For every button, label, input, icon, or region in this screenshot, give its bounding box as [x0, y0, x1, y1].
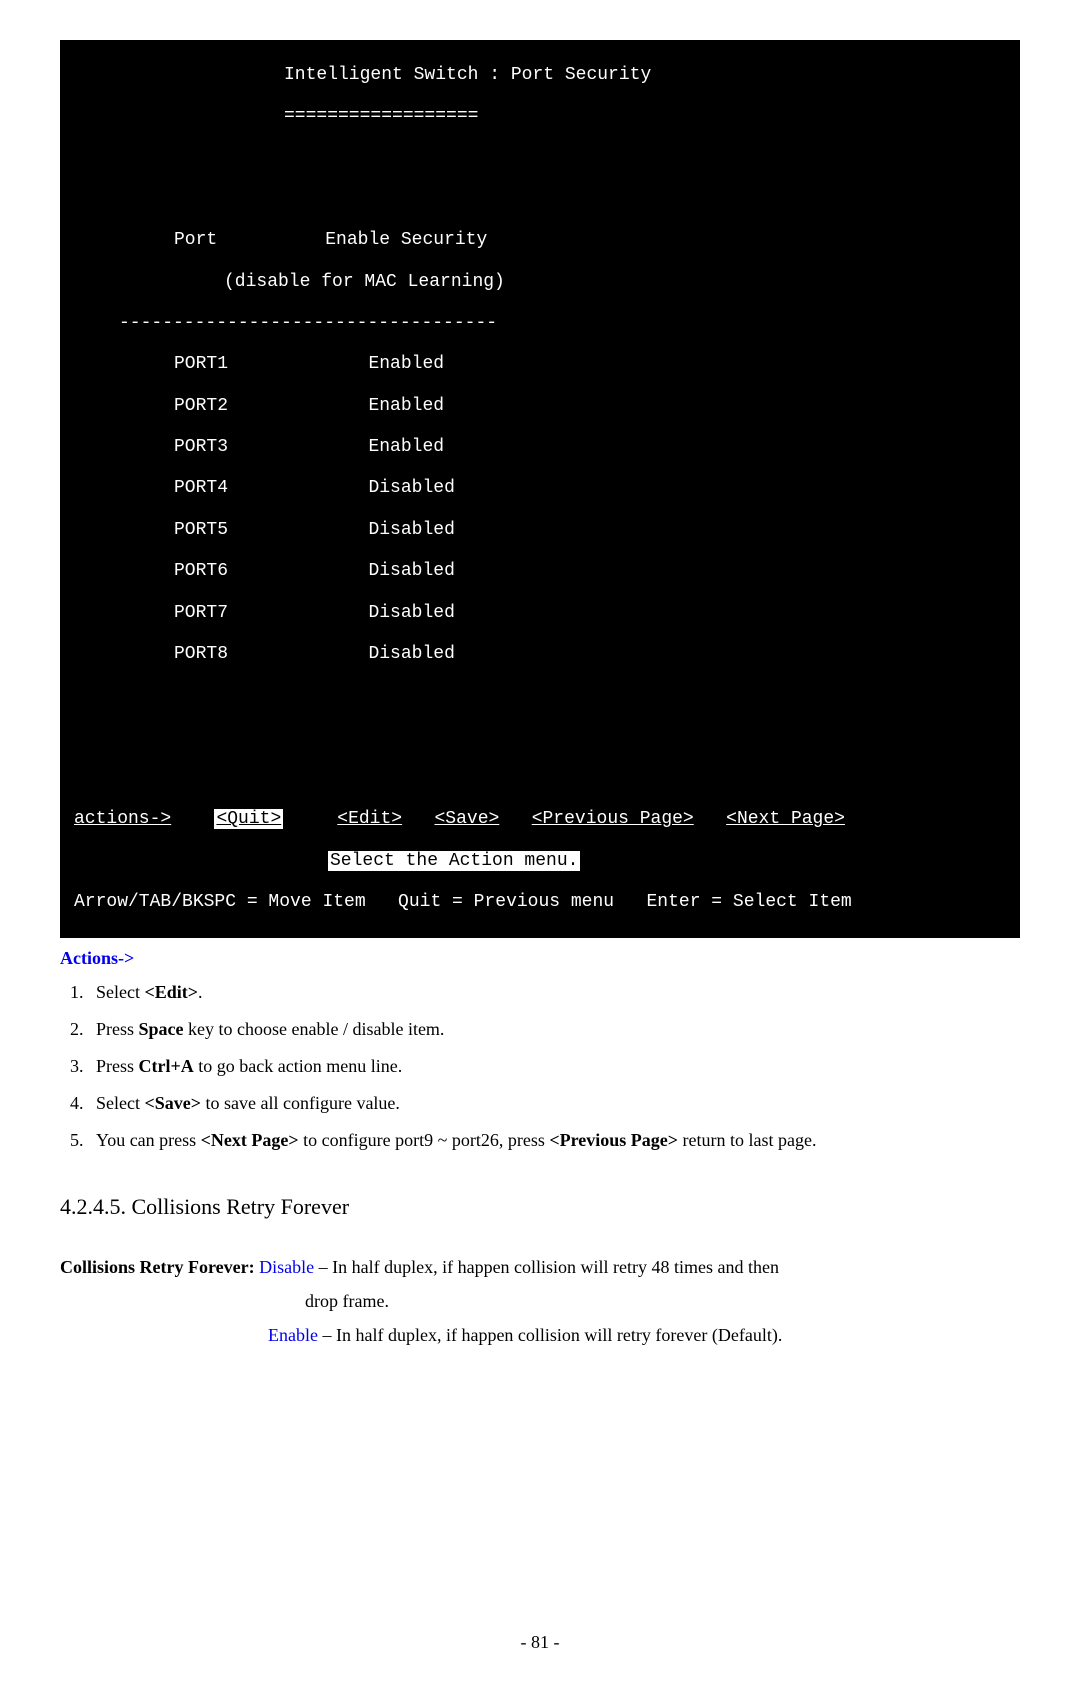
edit-action[interactable]: <Edit> — [337, 809, 402, 829]
table-row: PORT7 Disabled — [64, 603, 1016, 624]
keyboard-hint: Arrow/TAB/BKSPC = Move Item Quit = Previ… — [64, 892, 1016, 913]
prev-page-action[interactable]: <Previous Page> — [532, 809, 694, 829]
steps-list: Select <Edit>. Press Space key to choose… — [60, 979, 1020, 1154]
term-divider: ----------------------------------- — [64, 313, 1016, 334]
list-item: Press Space key to choose enable / disab… — [88, 1016, 1020, 1043]
list-item: Select <Save> to save all configure valu… — [88, 1090, 1020, 1117]
spacer — [64, 147, 1016, 168]
terminal-title-underline: ================== — [64, 106, 1016, 127]
term-header-sub: (disable for MAC Learning) — [64, 272, 1016, 293]
save-action[interactable]: <Save> — [434, 809, 499, 829]
page-number: - 81 - — [60, 1632, 1020, 1653]
section-heading: 4.2.4.5. Collisions Retry Forever — [60, 1194, 1020, 1220]
actions-heading: Actions-> — [60, 948, 1020, 969]
crf-enable-line: Enable – In half duplex, if happen colli… — [60, 1318, 1020, 1352]
terminal-screenshot: Intelligent Switch : Port Security =====… — [60, 40, 1020, 938]
list-item: Press Ctrl+A to go back action menu line… — [88, 1053, 1020, 1080]
next-page-action[interactable]: <Next Page> — [726, 809, 845, 829]
spacer — [64, 727, 1016, 748]
quit-action[interactable]: <Quit> — [214, 809, 283, 829]
spacer — [64, 189, 1016, 210]
actions-row: actions-> <Quit> <Edit> <Save> <Previous… — [64, 809, 1016, 830]
table-row: PORT4 Disabled — [64, 478, 1016, 499]
list-item: Select <Edit>. — [88, 979, 1020, 1006]
crf-label: Collisions Retry Forever: — [60, 1257, 259, 1277]
table-row: PORT1 Enabled — [64, 354, 1016, 375]
spacer — [64, 768, 1016, 789]
spacer — [64, 685, 1016, 706]
terminal-title: Intelligent Switch : Port Security — [64, 65, 1016, 86]
list-item: You can press <Next Page> to configure p… — [88, 1127, 1020, 1154]
table-row: PORT2 Enabled — [64, 396, 1016, 417]
actions-label: actions-> — [74, 809, 171, 829]
table-row: PORT5 Disabled — [64, 520, 1016, 541]
select-action-hint: Select the Action menu. — [64, 851, 1016, 872]
table-row: PORT6 Disabled — [64, 561, 1016, 582]
table-row: PORT3 Enabled — [64, 437, 1016, 458]
crf-drop-line: drop frame. — [60, 1284, 1020, 1318]
table-row: PORT8 Disabled — [64, 644, 1016, 665]
collisions-paragraph: Collisions Retry Forever: Disable – In h… — [60, 1250, 1020, 1284]
crf-disable: Disable — [259, 1257, 314, 1277]
term-header: Port Enable Security — [64, 230, 1016, 251]
crf-enable: Enable — [268, 1325, 318, 1345]
